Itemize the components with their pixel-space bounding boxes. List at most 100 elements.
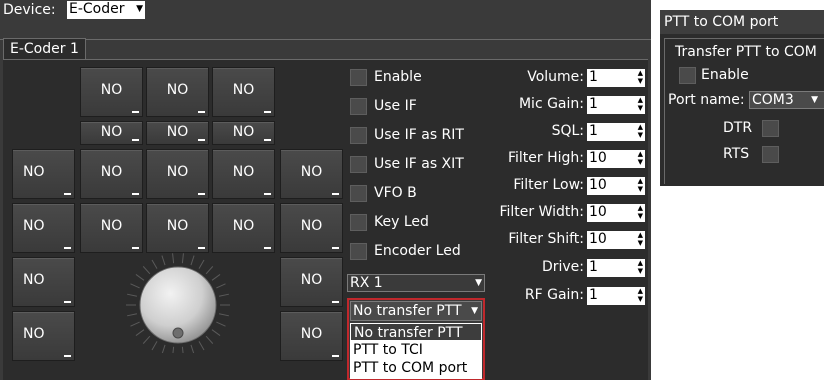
knob-tick (216, 321, 226, 327)
menu-corner-icon (64, 193, 71, 195)
param-label: Drive: (541, 259, 584, 275)
knob-tick (135, 329, 145, 336)
encoder-button-4[interactable]: NO (80, 121, 143, 145)
param-spinbox[interactable]: 10 ▲ ▼ (587, 231, 645, 249)
encoder-knob[interactable] (113, 253, 243, 357)
ptt-option-com-port[interactable]: PTT to COM port (350, 359, 482, 377)
spin-down-icon[interactable]: ▼ (638, 240, 643, 247)
menu-corner-icon (132, 111, 139, 113)
encoder-button-6[interactable]: NO (212, 121, 275, 145)
param-spinbox[interactable]: 1 ▲ ▼ (587, 96, 645, 114)
knob-tick (127, 313, 138, 317)
spin-down-icon[interactable]: ▼ (638, 296, 643, 303)
encoder-button-11[interactable]: NO (280, 149, 343, 199)
port-name-select[interactable]: COM3 ▼ (749, 91, 824, 109)
knob-tick (172, 346, 175, 357)
device-select[interactable]: E-Coder ▼ (67, 1, 145, 19)
param-spinbox[interactable]: 10 ▲ ▼ (587, 204, 645, 222)
checkbox-encoder-led[interactable] (350, 243, 367, 260)
encoder-button-2[interactable]: NO (146, 67, 209, 117)
encoder-button-label: NO (232, 218, 255, 234)
encoder-button-14[interactable]: NO (146, 203, 209, 253)
knob-tick (216, 283, 226, 289)
ptt-enable-checkbox[interactable] (679, 67, 696, 84)
rts-checkbox[interactable] (762, 146, 779, 163)
spin-down-icon[interactable]: ▼ (638, 213, 643, 220)
knob-tick (205, 266, 214, 275)
dtr-checkbox[interactable] (762, 120, 779, 137)
param-spinbox[interactable]: 1 ▲ ▼ (587, 287, 645, 305)
menu-corner-icon (332, 355, 339, 357)
spin-up-icon[interactable]: ▲ (638, 97, 643, 104)
spin-up-icon[interactable]: ▲ (638, 70, 643, 77)
encoder-button-18[interactable]: NO (280, 257, 343, 307)
spin-up-icon[interactable]: ▲ (638, 178, 643, 185)
encoder-button-17[interactable]: NO (12, 257, 75, 307)
encoder-button-label: NO (100, 82, 123, 98)
menu-corner-icon (264, 193, 271, 195)
main-window: Device: E-Coder ▼ E-Coder 1 NO NO NO NO NO NO… (0, 0, 651, 380)
rx-select[interactable]: RX 1 ▼ (347, 274, 485, 292)
param-value: 10 (589, 204, 607, 220)
ptt-mode-select[interactable]: No transfer PTT ▼ (350, 301, 482, 321)
encoder-button-12[interactable]: NO (12, 203, 75, 253)
chevron-down-icon: ▼ (136, 4, 143, 14)
checkbox-enable[interactable] (350, 69, 367, 86)
param-label: Filter Shift: (508, 231, 584, 247)
checkbox-label: Key Led (374, 214, 429, 230)
param-value: 1 (589, 96, 598, 112)
spin-down-icon[interactable]: ▼ (638, 132, 643, 139)
spin-down-icon[interactable]: ▼ (638, 105, 643, 112)
encoder-button-20[interactable]: NO (280, 311, 343, 361)
param-spinbox[interactable]: 1 ▲ ▼ (587, 259, 645, 277)
checkbox-use-if-as-rit[interactable] (350, 127, 367, 144)
tab-bar (0, 20, 651, 40)
encoder-button-3[interactable]: NO (212, 67, 275, 117)
spin-up-icon[interactable]: ▲ (638, 232, 643, 239)
encoder-button-5[interactable]: NO (146, 121, 209, 145)
ptt-option-tci[interactable]: PTT to TCI (350, 341, 482, 359)
encoder-button-8[interactable]: NO (80, 149, 143, 199)
encoder-button-19[interactable]: NO (12, 311, 75, 361)
param-value: 10 (589, 150, 607, 166)
encoder-button-10[interactable]: NO (212, 149, 275, 199)
spin-down-icon[interactable]: ▼ (638, 78, 643, 85)
spin-up-icon[interactable]: ▲ (638, 151, 643, 158)
knob-tick (190, 255, 195, 266)
param-spinbox[interactable]: 10 ▲ ▼ (587, 177, 645, 195)
encoder-button-16[interactable]: NO (280, 203, 343, 253)
rx-select-value: RX 1 (350, 275, 383, 291)
encoder-button-label: NO (166, 164, 189, 180)
encoder-button-label: NO (232, 82, 255, 98)
encoder-button-9[interactable]: NO (146, 149, 209, 199)
spin-up-icon[interactable]: ▲ (638, 288, 643, 295)
spin-up-icon[interactable]: ▲ (638, 124, 643, 131)
spin-down-icon[interactable]: ▼ (638, 186, 643, 193)
param-label: RF Gain: (524, 287, 584, 303)
checkbox-use-if[interactable] (350, 98, 367, 115)
checkbox-vfo-b[interactable] (350, 185, 367, 202)
checkbox-key-led[interactable] (350, 214, 367, 231)
spin-down-icon[interactable]: ▼ (638, 159, 643, 166)
knob-tick (161, 344, 166, 355)
spin-up-icon[interactable]: ▲ (638, 260, 643, 267)
encoder-button-13[interactable]: NO (80, 203, 143, 253)
encoder-button-7[interactable]: NO (12, 149, 75, 199)
checkbox-use-if-as-xit[interactable] (350, 156, 367, 173)
encoder-button-label: NO (300, 272, 323, 288)
encoder-button-label: NO (166, 218, 189, 234)
param-spinbox[interactable]: 10 ▲ ▼ (587, 150, 645, 168)
param-label: Filter Low: (513, 177, 584, 193)
param-spinbox[interactable]: 1 ▲ ▼ (587, 69, 645, 87)
spin-up-icon[interactable]: ▲ (638, 205, 643, 212)
knob-graphic (126, 253, 230, 357)
encoder-button-label: NO (100, 164, 123, 180)
menu-corner-icon (198, 111, 205, 113)
spin-down-icon[interactable]: ▼ (638, 268, 643, 275)
encoder-button-1[interactable]: NO (80, 67, 143, 117)
tab-e-coder-1[interactable]: E-Coder 1 (3, 38, 86, 60)
encoder-button-15[interactable]: NO (212, 203, 275, 253)
param-spinbox[interactable]: 1 ▲ ▼ (587, 123, 645, 141)
ptt-option-no-transfer[interactable]: No transfer PTT (350, 323, 482, 341)
checkbox-label: Enable (374, 69, 422, 85)
